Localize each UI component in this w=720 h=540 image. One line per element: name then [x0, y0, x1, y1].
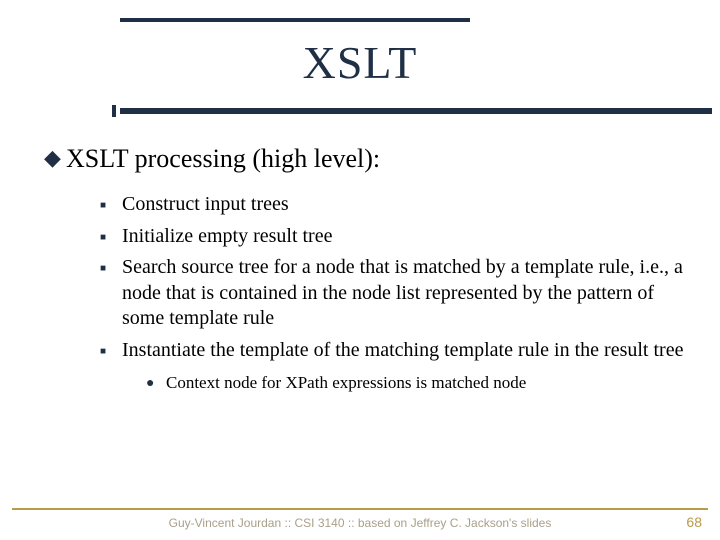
square-bullet-icon: ■ — [100, 224, 122, 250]
list-item: ■ Initialize empty result tree — [100, 224, 690, 250]
list-item: ■ Instantiate the template of the matchi… — [100, 338, 690, 364]
top-rule — [120, 18, 470, 22]
sub-list-item: ● Context node for XPath expressions is … — [146, 372, 690, 394]
square-bullet-icon: ■ — [100, 255, 122, 332]
list-item-text: Construct input trees — [122, 192, 690, 218]
list-item: ■ Search source tree for a node that is … — [100, 255, 690, 332]
list-item-text: Initialize empty result tree — [122, 224, 690, 250]
page-number: 68 — [686, 514, 702, 530]
list-item-text: Instantiate the template of the matching… — [122, 338, 690, 364]
heading-text: XSLT processing (high level): — [66, 144, 380, 173]
footer-rule — [12, 508, 708, 510]
list-item-text: Search source tree for a node that is ma… — [122, 255, 690, 332]
square-bullet-icon: ■ — [100, 192, 122, 218]
content-area: ◆XSLT processing (high level): ■ Constru… — [44, 144, 690, 394]
mid-rule-tick — [112, 105, 116, 117]
footer-text: Guy-Vincent Jourdan :: CSI 3140 :: based… — [0, 516, 720, 530]
mid-rule — [120, 108, 712, 114]
square-bullet-icon: ■ — [100, 338, 122, 364]
list-item: ■ Construct input trees — [100, 192, 690, 218]
diamond-bullet-icon: ◆ — [44, 145, 66, 171]
slide-title: XSLT — [0, 36, 720, 89]
sub-list-item-text: Context node for XPath expressions is ma… — [166, 372, 690, 394]
dot-bullet-icon: ● — [146, 372, 166, 394]
bullet-list: ■ Construct input trees ■ Initialize emp… — [100, 192, 690, 394]
sub-bullet-list: ● Context node for XPath expressions is … — [146, 372, 690, 394]
main-heading: ◆XSLT processing (high level): — [44, 144, 690, 174]
